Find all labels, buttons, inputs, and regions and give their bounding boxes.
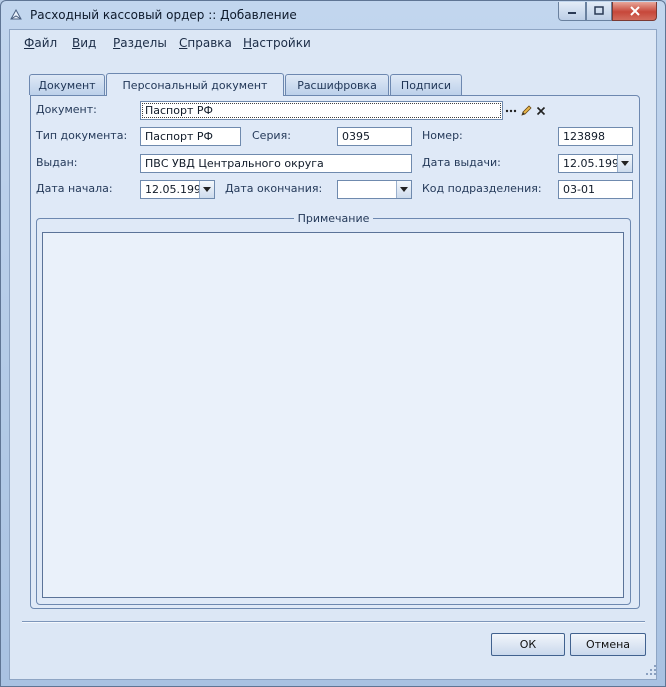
menu-file-label: айл [34,36,58,50]
menu-sections[interactable]: Разделы [113,36,167,50]
issued-by-field[interactable]: ПВС УВД Центрального округа [140,154,412,173]
chevron-down-icon [400,187,408,192]
maximize-button[interactable] [586,2,612,21]
tab-signatures[interactable]: Подписи [390,74,462,95]
menu-view-label: ид [80,36,97,50]
dept-code-field[interactable]: 03-01 [558,180,633,199]
tab-document[interactable]: Документ [29,74,105,95]
number-label: Номер: [422,129,463,142]
footer-divider [22,621,645,623]
clear-button[interactable] [533,102,548,119]
end-date-field[interactable] [337,180,412,199]
app-icon [10,8,22,20]
minimize-icon [568,12,576,14]
edit-button[interactable] [518,102,533,119]
menu-settings-label: астройки [252,36,311,50]
note-textarea[interactable] [42,232,624,598]
ok-button[interactable]: ОК [491,633,565,656]
issue-date-dropdown[interactable] [617,155,632,172]
window-title: Расходный кассовый ордер :: Добавление [30,8,297,22]
dept-code-label: Код подразделения: [422,182,542,195]
menu-file-mnemonic: Ф [24,36,35,50]
menu-view[interactable]: Вид [72,36,96,50]
start-date-label: Дата начала: [36,182,113,195]
cancel-button[interactable]: Отмена [570,633,646,656]
menu-file[interactable]: Файл [24,36,57,50]
tab-decoding[interactable]: Расшифровка [285,74,389,95]
start-date-field[interactable]: 12.05.1995 [140,180,215,199]
close-button[interactable] [612,2,657,21]
ellipsis-button[interactable] [503,102,518,119]
maximize-icon [594,6,604,15]
menu-view-mnemonic: В [72,36,81,50]
menu-settings-mnemonic: Н [243,36,253,50]
tab-personal-document[interactable]: Персональный документ [106,73,284,96]
doc-type-label: Тип документа: [36,129,128,142]
note-legend: Примечание [297,212,370,225]
issue-date-label: Дата выдачи: [422,156,501,169]
chevron-down-icon [621,161,629,166]
issued-by-label: Выдан: [36,156,78,169]
start-date-dropdown[interactable] [199,181,214,198]
close-icon [629,6,640,16]
number-field[interactable]: 123898 [558,127,633,146]
end-date-dropdown[interactable] [396,181,411,198]
chevron-down-icon [203,187,211,192]
menu-help[interactable]: Справка [179,36,232,50]
ellipsis-icon [505,109,516,112]
clear-x-icon [536,106,545,115]
menu-settings[interactable]: Настройки [243,36,311,50]
doc-type-field[interactable]: Паспорт РФ [140,127,241,146]
end-date-label: Дата окончания: [225,182,323,195]
pencil-icon [520,104,532,116]
title-bar[interactable]: Расходный кассовый ордер :: Добавление [1,1,665,29]
document-label: Документ: [36,103,97,116]
resize-grip-icon[interactable] [645,664,657,676]
minimize-button[interactable] [558,2,586,21]
menu-help-label: правка [187,36,232,50]
app-window: Расходный кассовый ордер :: Добавление Ф… [0,0,666,687]
series-label: Серия: [252,129,291,142]
issue-date-field[interactable]: 12.05.1995 [558,154,633,173]
menu-sections-label: азделы [120,36,167,50]
series-field[interactable]: 0395 [337,127,412,146]
document-field[interactable]: Паспорт РФ [140,101,503,120]
